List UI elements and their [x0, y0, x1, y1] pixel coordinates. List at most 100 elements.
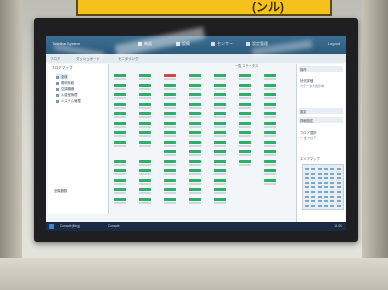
- device-status-tile[interactable]: [214, 159, 226, 163]
- device-status-tile[interactable]: [139, 83, 151, 87]
- device-status-tile[interactable]: [214, 93, 226, 96]
- device-status-tile[interactable]: [214, 121, 226, 125]
- device-status-tile[interactable]: [239, 74, 251, 77]
- device-status-tile[interactable]: [164, 169, 176, 172]
- device-status-tile[interactable]: [239, 150, 251, 153]
- device-status-tile[interactable]: [264, 102, 276, 106]
- device-status-tile[interactable]: [189, 121, 201, 125]
- device-status-tile[interactable]: [189, 74, 201, 77]
- device-status-tile[interactable]: [264, 121, 276, 125]
- device-status-tile[interactable]: [239, 140, 251, 144]
- device-status-tile[interactable]: [114, 121, 126, 125]
- device-status-tile[interactable]: [139, 93, 151, 96]
- device-status-tile[interactable]: [114, 74, 126, 77]
- device-status-tile[interactable]: [114, 159, 126, 163]
- device-status-tile[interactable]: [164, 178, 176, 182]
- device-status-tile[interactable]: [164, 83, 176, 87]
- device-status-tile[interactable]: [214, 131, 226, 134]
- device-status-tile[interactable]: [239, 121, 251, 125]
- device-status-tile[interactable]: [114, 83, 126, 87]
- device-status-tile[interactable]: [264, 131, 276, 134]
- device-status-tile[interactable]: [164, 159, 176, 163]
- device-status-tile[interactable]: [164, 188, 176, 191]
- device-status-tile[interactable]: [139, 121, 151, 125]
- device-status-tile[interactable]: [189, 83, 201, 87]
- device-status-tile[interactable]: [114, 188, 126, 191]
- device-status-tile[interactable]: [139, 102, 151, 106]
- device-status-tile[interactable]: [114, 169, 126, 172]
- tree-item-all[interactable]: 全体: [56, 74, 68, 79]
- breadcrumb-item-1[interactable]: フロア: [50, 56, 60, 61]
- device-status-tile[interactable]: [189, 102, 201, 106]
- device-status-tile[interactable]: [139, 178, 151, 182]
- device-status-tile[interactable]: [264, 159, 276, 163]
- device-status-tile[interactable]: [189, 188, 201, 191]
- nav-item-3[interactable]: センサー: [211, 41, 233, 47]
- device-status-tile[interactable]: [139, 74, 151, 77]
- taskbar-task-1[interactable]: Console(Mng): [60, 224, 80, 228]
- tree-item-lighting[interactable]: 照明系統: [56, 80, 74, 85]
- device-status-tile[interactable]: [264, 74, 276, 77]
- start-icon[interactable]: [49, 224, 54, 229]
- device-status-tile[interactable]: [214, 178, 226, 182]
- device-status-tile[interactable]: [164, 150, 176, 153]
- device-status-tile[interactable]: [214, 169, 226, 172]
- floor-select-value[interactable]: ー 全フロア: [300, 136, 316, 140]
- device-status-tile[interactable]: [189, 169, 201, 172]
- tree-item-system[interactable]: システム管理: [56, 98, 81, 103]
- device-status-tile[interactable]: [139, 140, 151, 144]
- device-status-tile[interactable]: [189, 159, 201, 163]
- device-status-tile[interactable]: [164, 112, 176, 115]
- device-status-tile[interactable]: [214, 188, 226, 191]
- device-status-tile[interactable]: [189, 131, 201, 134]
- grid-toolbar[interactable]: 一覧 ステータス: [235, 63, 289, 70]
- device-status-tile[interactable]: [164, 131, 176, 134]
- tree-item-access[interactable]: 入退室管理: [56, 92, 77, 97]
- device-status-tile[interactable]: [114, 140, 126, 144]
- device-status-tile[interactable]: [214, 83, 226, 87]
- device-status-tile[interactable]: [239, 93, 251, 96]
- device-status-tile[interactable]: [264, 169, 276, 172]
- device-status-tile[interactable]: [214, 140, 226, 144]
- device-status-tile[interactable]: [214, 112, 226, 115]
- device-status-tile[interactable]: [164, 121, 176, 125]
- device-status-tile[interactable]: [264, 112, 276, 115]
- device-status-tile[interactable]: [189, 197, 201, 201]
- device-status-tile[interactable]: [189, 93, 201, 96]
- device-status-tile[interactable]: [239, 112, 251, 115]
- device-status-tile[interactable]: [264, 178, 276, 182]
- device-status-tile[interactable]: [114, 197, 126, 201]
- device-status-tile[interactable]: [139, 188, 151, 191]
- device-status-tile[interactable]: [239, 102, 251, 106]
- logout-link[interactable]: Logout: [328, 41, 340, 46]
- device-status-tile[interactable]: [139, 112, 151, 115]
- device-status-tile[interactable]: [264, 150, 276, 153]
- device-status-tile[interactable]: [139, 169, 151, 172]
- device-status-tile[interactable]: [189, 140, 201, 144]
- device-status-tile[interactable]: [164, 140, 176, 144]
- device-status-tile[interactable]: [164, 93, 176, 96]
- device-status-tile[interactable]: [114, 102, 126, 106]
- device-status-tile[interactable]: [114, 112, 126, 115]
- device-status-tile[interactable]: [239, 131, 251, 134]
- device-status-tile[interactable]: [264, 83, 276, 87]
- device-status-tile[interactable]: [114, 178, 126, 182]
- device-status-tile[interactable]: [139, 197, 151, 201]
- device-status-tile[interactable]: [214, 74, 226, 77]
- device-status-tile[interactable]: [189, 178, 201, 182]
- device-status-tile[interactable]: [214, 150, 226, 153]
- device-status-tile[interactable]: [114, 131, 126, 134]
- area-minimap[interactable]: [302, 164, 344, 210]
- device-status-tile[interactable]: [214, 197, 226, 201]
- device-status-tile[interactable]: [264, 140, 276, 144]
- device-status-tile[interactable]: [164, 197, 176, 201]
- breadcrumb-item-3[interactable]: モニタリング: [118, 56, 138, 61]
- tree-item-hvac[interactable]: 空調機器: [56, 86, 74, 91]
- device-status-tile[interactable]: [189, 150, 201, 153]
- device-status-tile[interactable]: [114, 93, 126, 96]
- device-status-tile[interactable]: [164, 102, 176, 106]
- device-status-tile[interactable]: [164, 74, 176, 77]
- device-status-tile[interactable]: [239, 83, 251, 87]
- device-status-tile[interactable]: [189, 112, 201, 115]
- taskbar-task-2[interactable]: Console: [108, 224, 120, 228]
